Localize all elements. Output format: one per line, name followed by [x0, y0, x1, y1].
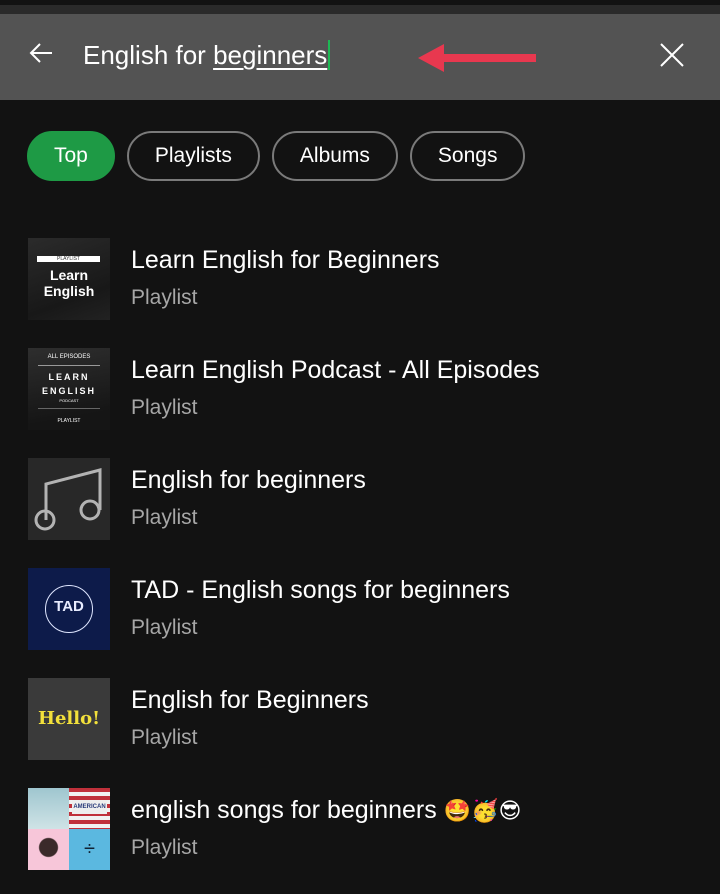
mosaic-cover: AMERICAN ÷: [28, 788, 110, 870]
cover-text: TAD: [54, 598, 84, 615]
query-underlined-word: beginners: [213, 40, 328, 70]
filter-chip-playlists[interactable]: Playlists: [126, 131, 260, 181]
cover-tile: [28, 829, 69, 870]
result-title: English for Beginners: [131, 686, 369, 714]
cover-text-1: LEARN: [48, 372, 90, 382]
list-item[interactable]: ALL EPISODES LEARN ENGLISH PODCAST PLAYL…: [0, 348, 720, 432]
filter-chip-songs[interactable]: Songs: [409, 131, 526, 181]
text-caret: [328, 40, 331, 70]
music-note-icon: [34, 468, 102, 531]
cover-divider: [38, 408, 100, 409]
result-title: Learn English Podcast - All Episodes: [131, 356, 540, 384]
filter-chips: Top Playlists Albums Songs: [27, 131, 526, 181]
query-text: English for: [83, 40, 214, 70]
filter-chip-top[interactable]: Top: [27, 131, 115, 181]
top-divider: [0, 5, 720, 14]
cover-tile: [28, 788, 69, 829]
result-type: Playlist: [131, 286, 198, 309]
list-item[interactable]: PLAYLIST Learn English Learn English for…: [0, 238, 720, 322]
result-title-text: english songs for beginners: [131, 796, 437, 824]
cover-divider: [38, 365, 100, 366]
cover-text: Hello!: [37, 708, 101, 729]
close-icon[interactable]: [655, 38, 689, 72]
list-item[interactable]: TAD TAD - English songs for beginners Pl…: [0, 568, 720, 652]
red-annotation-arrow-icon: [418, 44, 536, 72]
result-type: Playlist: [131, 396, 198, 419]
cover-bottom-text: PLAYLIST: [57, 418, 81, 424]
playlist-cover: Hello!: [28, 678, 110, 760]
list-item[interactable]: English for beginners Playlist: [0, 458, 720, 542]
result-type: Playlist: [131, 836, 198, 859]
filter-chip-albums[interactable]: Albums: [271, 131, 398, 181]
result-title: Learn English for Beginners: [131, 246, 440, 274]
result-type: Playlist: [131, 616, 198, 639]
cover-text-1: Learn: [49, 267, 89, 283]
title-emoji: 🤩🥳😎: [443, 799, 522, 824]
playlist-cover: [28, 458, 110, 540]
cover-tag: PLAYLIST: [37, 256, 100, 262]
result-title: English for beginners: [131, 466, 366, 494]
cover-top-text: ALL EPISODES: [47, 354, 91, 360]
playlist-cover: PLAYLIST Learn English: [28, 238, 110, 320]
playlist-cover: TAD: [28, 568, 110, 650]
podcast-cover: ALL EPISODES LEARN ENGLISH PODCAST PLAYL…: [28, 348, 110, 430]
cover-text-3: PODCAST: [59, 398, 79, 403]
back-arrow-icon[interactable]: [26, 38, 56, 68]
result-title: TAD - English songs for beginners: [131, 576, 510, 604]
list-item[interactable]: AMERICAN ÷ english songs for beginners 🤩…: [0, 788, 720, 872]
search-input[interactable]: English for beginners: [83, 38, 331, 72]
result-type: Playlist: [131, 726, 198, 749]
cover-tile: AMERICAN: [69, 788, 110, 829]
result-type: Playlist: [131, 506, 198, 529]
list-item[interactable]: Hello! English for Beginners Playlist: [0, 678, 720, 762]
result-title: english songs for beginners 🤩🥳😎: [131, 796, 521, 825]
cover-text-2: English: [43, 283, 95, 299]
search-bar: English for beginners: [0, 14, 720, 100]
cover-tile: ÷: [69, 829, 110, 870]
cover-text-2: ENGLISH: [41, 386, 96, 396]
